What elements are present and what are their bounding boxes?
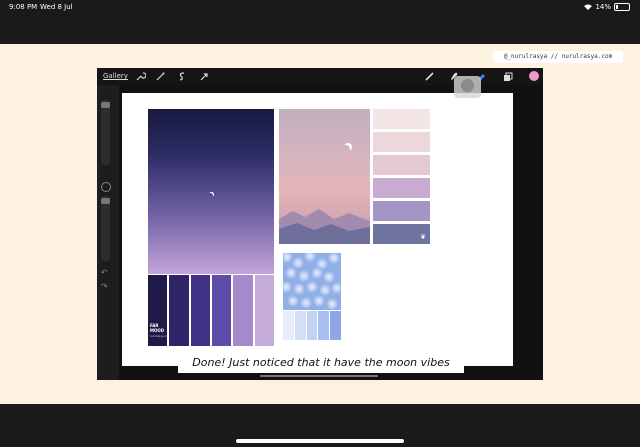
gallery-button[interactable]: Gallery [103,72,128,80]
status-date: Wed 8 Jul [40,3,73,11]
brush-size-slider[interactable] [101,100,110,165]
flower-icon [306,281,318,293]
flower-icon [313,295,325,307]
wrench-icon[interactable] [135,71,147,82]
palette-strip [169,275,189,346]
purple-palette: FAR MOOD nurulrasya.com [148,275,274,346]
selection-icon[interactable] [177,71,188,82]
status-bar: 9:08 PM Wed 8 Jul 14% [0,0,640,44]
layers-icon[interactable] [502,71,513,82]
flower-icon [319,284,331,296]
flower-icon [304,253,316,262]
battery-percent: 14% [595,3,611,11]
crescent-moon-icon [208,193,213,198]
palette-strip [233,275,253,346]
swatch [373,132,430,152]
swatch [373,109,430,129]
battery-icon [614,3,630,11]
palette-strip [254,275,274,346]
modify-button[interactable] [101,182,111,192]
flower-icon [287,295,299,307]
mountains-icon [279,209,370,244]
badge-subtitle: nurulrasya.com [150,335,170,338]
flower-icon [298,270,310,282]
palette-strip [294,311,306,340]
palette-strip [306,311,318,340]
palette-strip: FAR MOOD nurulrasya.com [148,275,170,346]
magic-wand-icon[interactable] [155,71,166,82]
drawing-canvas[interactable]: FAR MOOD nurulrasya.com ❦ [122,93,513,366]
status-time: 9:08 PM [9,3,38,11]
badge-title: FAR MOOD [150,323,165,333]
swatch [373,178,430,198]
brush-icon[interactable] [424,71,435,82]
night-sky-photo [148,109,274,274]
crescent-moon-icon [342,145,350,153]
pink-swatches: ❦ [373,109,430,246]
flower-icon [311,267,323,279]
swatch: ❦ [373,224,430,244]
palette-strip [211,275,232,346]
flower-icon [300,297,312,309]
undo-icon[interactable]: ↶ [101,268,108,277]
swatch [373,201,430,221]
palette-strip [318,311,330,340]
flower-icon [328,253,340,264]
flower-icon [285,267,297,279]
color-picker-button[interactable] [529,71,539,81]
flower-icon [331,282,341,294]
procreate-app: Gallery ↶ ↷ FAR MOOD nurulrasya.com ❦ [97,68,543,380]
scrollbar[interactable] [260,375,378,377]
home-indicator[interactable] [236,439,404,443]
opacity-thumb[interactable] [101,198,110,204]
hydrangea-photo [283,253,341,310]
flower-icon [323,271,335,283]
transform-arrow-icon[interactable] [199,71,210,82]
opacity-slider[interactable] [101,196,110,261]
credit-label: @_nurulrasya // nurulrasya.com [493,51,623,63]
swatch [373,155,430,175]
brush-size-thumb[interactable] [101,102,110,108]
flower-icon [326,298,338,310]
palette-strip [330,311,341,340]
caption: Done! Just noticed that it have the moon… [178,352,464,373]
redo-icon[interactable]: ↷ [101,282,108,291]
wifi-icon [584,4,593,10]
dusk-mountain-photo [279,109,370,244]
palette-strip [283,311,294,340]
leaf-logo-icon: ❦ [420,233,426,241]
flower-icon [283,281,292,293]
left-sidebar: ↶ ↷ [97,85,119,380]
blue-palette [283,311,341,340]
palette-strip [190,275,210,346]
flower-icon [293,283,305,295]
hover-overlay [454,76,481,98]
